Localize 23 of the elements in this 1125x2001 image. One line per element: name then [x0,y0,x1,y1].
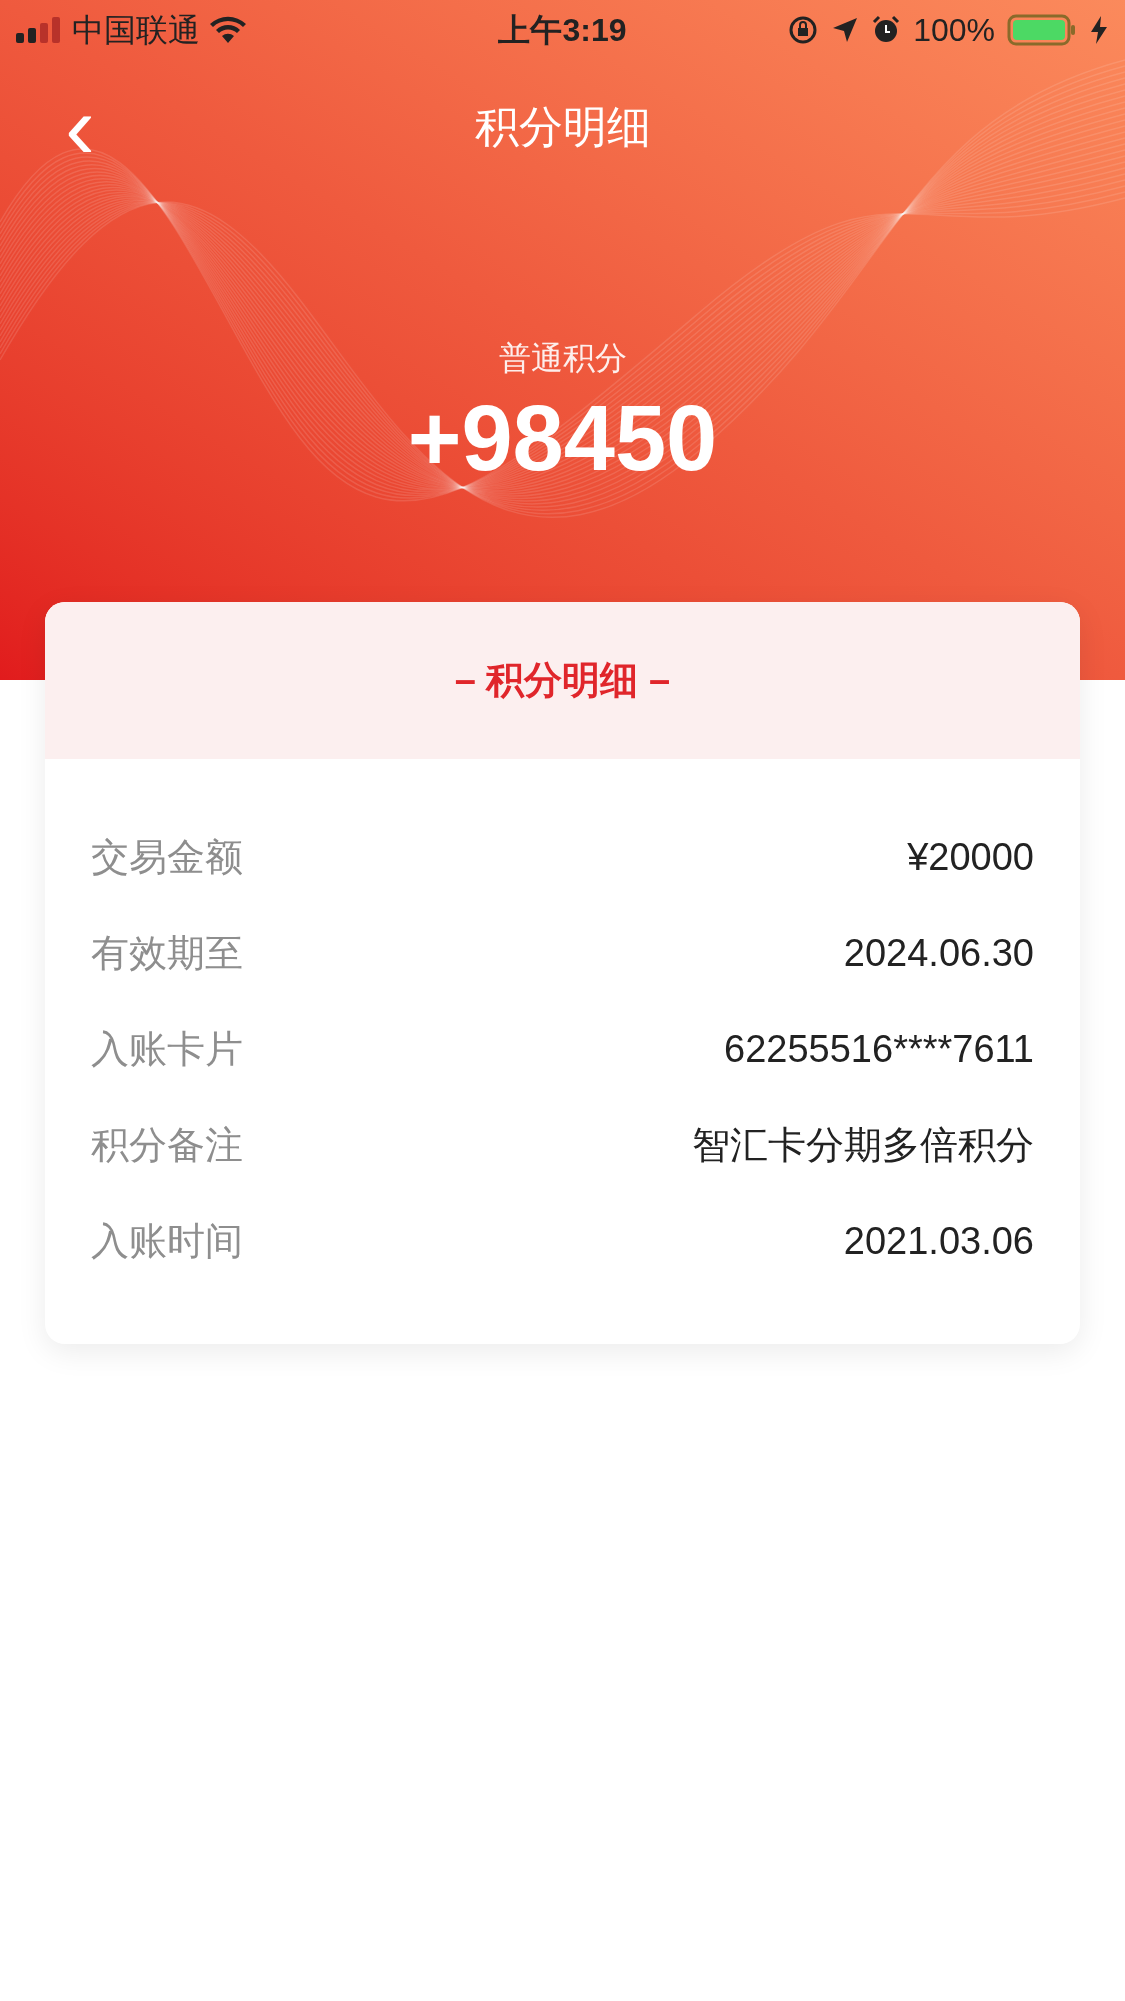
row-value: ¥20000 [907,834,1034,880]
battery-percent: 100% [913,11,995,50]
row-label: 积分备注 [91,1122,243,1168]
row-value: 2021.03.06 [843,1218,1034,1264]
row-label: 交易金额 [91,834,243,880]
wifi-icon [208,15,248,45]
row-label: 入账卡片 [91,1026,243,1072]
carrier-name: 中国联通 [72,11,200,50]
charging-icon [1089,15,1109,45]
row-label: 入账时间 [91,1218,243,1264]
row-value: 2024.06.30 [843,930,1034,976]
page-title: 积分明细 [474,101,651,153]
card-title: – 积分明细 – [454,658,671,703]
row-label: 有效期至 [91,930,243,976]
row-value: 62255516****7611 [724,1026,1034,1072]
location-icon [831,16,860,44]
points-label: 普通积分 [498,339,627,378]
status-time: 上午3:19 [498,11,627,50]
alarm-icon [871,15,902,45]
back-button[interactable]: ‹ [50,82,110,172]
points-value: +98450 [407,388,718,488]
battery-icon [1007,14,1077,46]
row-value: 智汇卡分期多倍积分 [692,1122,1034,1168]
